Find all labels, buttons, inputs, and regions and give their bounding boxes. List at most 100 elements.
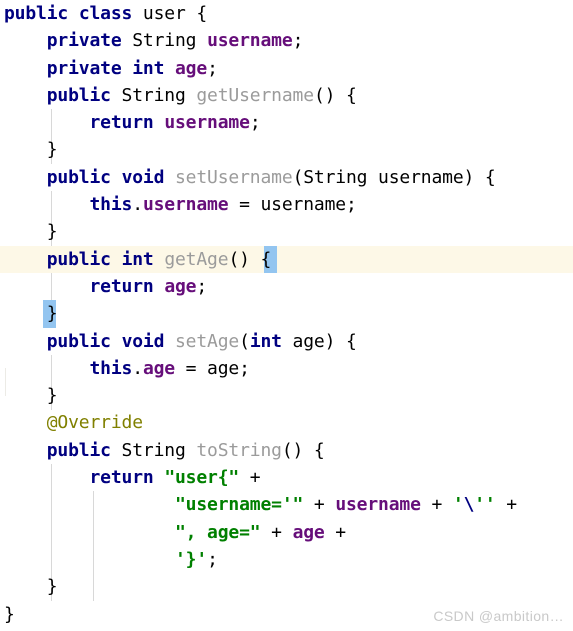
code-line[interactable]: '}'; <box>0 546 573 573</box>
token-char-literal: '}' <box>175 548 208 570</box>
token-punct: } <box>46 385 58 407</box>
token-keyword: return <box>89 275 154 297</box>
token-escape: \ <box>463 494 475 516</box>
token-punct: age) { <box>281 330 357 352</box>
code-line[interactable]: this.username = username; <box>0 191 573 218</box>
code-line[interactable]: return age; <box>0 273 573 300</box>
token-punct: } <box>46 221 58 243</box>
code-line[interactable]: @Override <box>0 409 573 436</box>
token-brace-matched: } <box>46 303 58 325</box>
token-keyword: int <box>249 330 282 352</box>
token-keyword: void <box>121 166 165 188</box>
token-method-decl: setUsername <box>175 166 293 188</box>
token-punct: . <box>132 357 143 379</box>
code-line[interactable]: public void setAge(int age) { <box>0 328 573 355</box>
token-field: username <box>207 30 293 52</box>
code-line[interactable]: } <box>0 382 573 409</box>
token-type: String <box>110 84 197 106</box>
token-method-decl: getUsername <box>196 84 314 106</box>
token-punct: = username; <box>228 194 357 216</box>
code-line[interactable]: public String toString() { <box>0 437 573 464</box>
token-keyword: public <box>46 439 111 461</box>
code-line[interactable]: } <box>0 136 573 163</box>
token-field: age <box>142 357 175 379</box>
token-method-decl: toString <box>196 439 282 461</box>
token-keyword: public <box>46 166 111 188</box>
token-keyword: public <box>46 330 111 352</box>
code-line[interactable]: } <box>0 573 573 600</box>
token-field: username <box>164 112 250 134</box>
code-line[interactable]: public void setUsername(String username)… <box>0 164 573 191</box>
token-punct: () { <box>281 439 325 461</box>
code-line[interactable]: public String getUsername() { <box>0 82 573 109</box>
token-punct: ; <box>196 275 208 297</box>
code-line[interactable]: private String username; <box>0 27 573 54</box>
token-keyword: private <box>46 30 122 52</box>
token-punct: ; <box>207 548 218 570</box>
token-punct: + <box>239 467 261 489</box>
token-punct: + <box>260 521 293 543</box>
code-line-current[interactable]: public int getAge() { <box>0 246 573 273</box>
token-string: "username='" <box>175 494 304 516</box>
token-keyword: private <box>46 57 122 79</box>
code-line[interactable]: public class user { <box>0 0 573 27</box>
code-lines: public class user { private String usern… <box>0 0 573 628</box>
token-punct: } <box>4 603 15 625</box>
token-keyword: this <box>89 194 133 216</box>
token-punct: ; <box>207 57 218 79</box>
token-string: "user{" <box>164 467 240 489</box>
code-line[interactable]: } <box>0 218 573 245</box>
code-line[interactable]: "username='" + username + '\'' + <box>0 491 573 518</box>
token-method-decl: getAge <box>164 248 229 270</box>
token-char-quote: ' <box>452 494 464 516</box>
token-keyword: void <box>121 330 165 352</box>
token-keyword: public <box>46 84 111 106</box>
code-line[interactable]: private int age; <box>0 55 573 82</box>
token-punct: + <box>495 494 517 516</box>
code-line[interactable]: ", age=" + age + <box>0 519 573 546</box>
token-punct: () { <box>313 84 357 106</box>
code-line[interactable]: this.age = age; <box>0 355 573 382</box>
token-punct: = age; <box>175 357 250 379</box>
token-keyword: public <box>4 3 69 24</box>
token-keyword: class <box>78 3 133 24</box>
token-punct: + <box>324 521 346 543</box>
token-field: age <box>292 521 325 543</box>
token-plain: user { <box>132 3 208 24</box>
token-string: ", age=" <box>175 521 261 543</box>
token-punct: } <box>46 576 58 598</box>
token-punct: + <box>303 494 336 516</box>
token-field: username <box>142 194 229 216</box>
token-annotation: @Override <box>46 412 143 434</box>
token-punct: } <box>46 139 58 161</box>
token-keyword: this <box>89 357 133 379</box>
token-type: String <box>110 439 197 461</box>
token-punct: + <box>420 494 453 516</box>
token-punct: ; <box>292 30 304 52</box>
token-field: age <box>175 57 208 79</box>
token-keyword: return <box>89 467 154 489</box>
token-keyword: public <box>46 248 111 270</box>
token-method-decl: setAge <box>175 330 240 352</box>
token-char-quote: '' <box>474 494 496 516</box>
code-line[interactable]: return "user{" + <box>0 464 573 491</box>
code-editor[interactable]: public class user { private String usern… <box>0 0 573 631</box>
token-keyword: int <box>132 57 165 79</box>
code-line[interactable]: return username; <box>0 109 573 136</box>
token-field: username <box>335 494 421 516</box>
token-punct: ; <box>249 112 261 134</box>
token-punct: . <box>132 194 143 216</box>
watermark: CSDN @ambition… <box>433 608 564 624</box>
token-brace-matched: { <box>260 248 272 270</box>
token-punct: ( <box>239 330 250 352</box>
code-line[interactable]: } <box>0 300 573 327</box>
token-keyword: int <box>121 248 154 270</box>
